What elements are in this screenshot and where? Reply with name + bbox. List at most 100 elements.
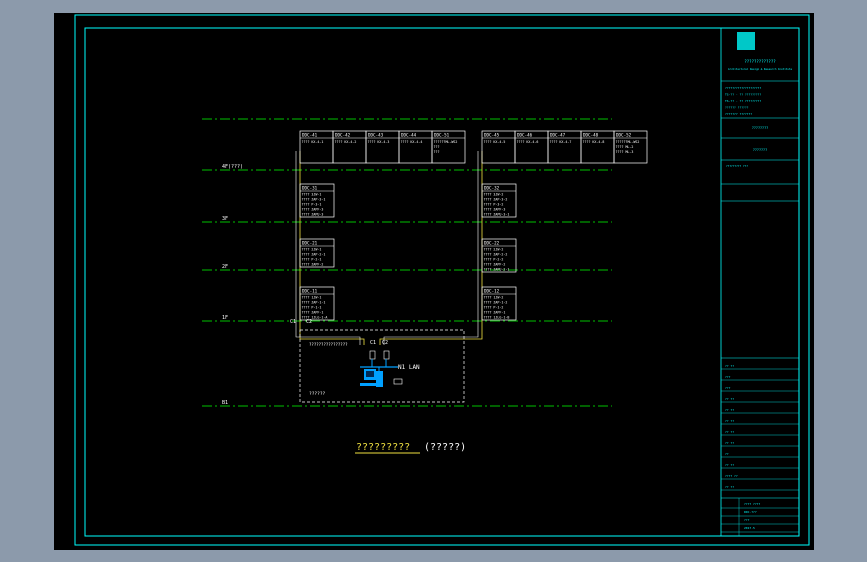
signature-row: ?? ?? [725, 397, 734, 401]
ddc-name: DDC-32 [484, 186, 500, 191]
ddc-panel: DDC-11 ???? 1JW-1???? ZAP-1-1???? P-1-1??… [299, 286, 335, 321]
riser-label: C1 [290, 319, 296, 325]
title-block-note: ?????? ?????? [725, 106, 749, 110]
footer-row: ???? ???? [744, 502, 760, 506]
ddc-line: ???? KX-4-8 [583, 140, 605, 144]
ddc-line: ???? P-3-1 [302, 203, 322, 207]
ddc-line: ???? 1JLG-1-B [484, 316, 510, 320]
ddc-line: ???? KX-4-7 [550, 140, 572, 144]
floor-lines: 4F(???) 3F 2F 1F B1 [202, 118, 612, 407]
ddc-line: ???? 2JW-2 [484, 248, 504, 252]
ddc-panel: DDC-42 ???? KX-4-2 [332, 130, 367, 164]
drawing-title: ????????? [356, 442, 410, 453]
title-block-note: ???????????????????? [725, 86, 761, 90]
ddc-line: ???? ZAPF-3 [484, 208, 506, 212]
cad-canvas: ????????????? Architectural Design & Res… [74, 14, 810, 546]
floor-label: 4F(???) [222, 164, 243, 170]
room-header: ???????????????? [309, 342, 348, 347]
ddc-name: DDC-41 [302, 133, 318, 138]
ddc-line: ???? KX-4-5 [484, 140, 506, 144]
ddc-name: DDC-12 [484, 289, 500, 294]
ddc-panel: DDC-44 ???? KX-4-4 [398, 130, 433, 164]
ddc-line: ???? P-2-2 [484, 258, 504, 262]
ddc-panel: DDC-45 ???? KX-4-5 [481, 130, 516, 164]
ddc-line: ??????ML-WS2 [616, 140, 640, 144]
ddc-panel: DDC-31 ???? 3JW-1???? ZAP-3-1???? P-3-1??… [299, 183, 335, 218]
project-name: ???????? [752, 126, 768, 130]
ddc-panel: DDC-46 ???? KX-4-6 [514, 130, 549, 164]
signature-row: ?? ?? [725, 430, 734, 434]
ddc-panel: DDC-22 ???? 2JW-2???? ZAP-2-2???? P-2-2??… [481, 238, 517, 273]
footer-row: ??? [744, 518, 750, 522]
ddc-line: ???? ZAPF-2 [302, 263, 324, 267]
title-block-note: TS-?? - ?? ????????? [725, 99, 761, 103]
riser-label: C2 [382, 340, 388, 346]
switch-icon [383, 350, 390, 360]
ddc-line: ???? KX-4-4 [401, 140, 423, 144]
ddc-name: DDC-51 [434, 133, 450, 138]
ddc-name: DDC-31 [302, 186, 318, 191]
ddc-line: ???? ZAP-1-1 [302, 301, 326, 305]
signature-row: ?? ?? [725, 364, 734, 368]
floor-label: 1F [222, 315, 228, 321]
drawing-sheet: ????????????? Architectural Design & Res… [54, 13, 814, 550]
signature-row: ?? ?? [725, 441, 734, 445]
network-label: N1 LAN [398, 364, 420, 371]
footer-row: 2017.5 [744, 526, 755, 530]
ddc-name: DDC-42 [335, 133, 351, 138]
ddc-line: ???? ZAPF-3 [302, 208, 324, 212]
ddc-line: ???? ZAP-2-1 [302, 253, 326, 257]
ddc-line: ??? [434, 145, 440, 149]
ddc-line: ???? P-3-2 [484, 203, 504, 207]
ddc-panel: DDC-21 ???? 2JW-1???? ZAP-2-1???? P-2-1??… [299, 238, 335, 268]
ddc-line: ???? KX-4-6 [517, 140, 539, 144]
signature-row: ??? [725, 375, 731, 379]
signature-row: ?? ?? [725, 485, 734, 489]
signature-row: ??? [725, 386, 731, 390]
switch-icon [369, 350, 376, 360]
company-name: ????????????? [744, 59, 776, 64]
signature-rows: ?? ???????? ?? ?? ?? ?? ?? ?? ?? ?? ?? ??????… [721, 364, 799, 491]
floor-label: 3F [222, 216, 228, 222]
ddc-line: ???? KX-4-3 [368, 140, 390, 144]
ddc-panel: DDC-51 ??????ML-WS2?????? [431, 130, 466, 164]
ddc-line: ???? ZAP-3-1 [302, 198, 326, 202]
ddc-panel: DDC-48 ???? KX-4-8 [580, 130, 615, 164]
ddc-line: ???? P-2-1 [302, 258, 322, 262]
ddc-name: DDC-46 [517, 133, 533, 138]
signature-row: ?? [725, 452, 729, 456]
room-label: ?????? [309, 391, 326, 397]
company-logo [737, 32, 755, 50]
ddc-line: ???? ZAP-1-2 [484, 301, 508, 305]
title-block-note: ??????? ??????? [725, 112, 752, 116]
signature-row: ???? ?? [725, 474, 738, 478]
ddc-line: ???? ZAPF-2 [484, 263, 506, 267]
ddc-name: DDC-11 [302, 289, 318, 294]
ddc-line: ???? ZAPU-2-1 [484, 268, 510, 272]
ddc-line: ???? P-1-2 [484, 306, 504, 310]
workstation-icon [360, 369, 383, 387]
ddc-top-row: DDC-41 ???? KX-4-1 DDC-42 ???? KX-4-2 DDC-43… [299, 130, 648, 164]
ddc-line: ???? 1JLG-1-A [302, 316, 328, 320]
ddc-line: ???? 1JW-1 [302, 296, 322, 300]
scale-label: ????????? ??? [726, 164, 748, 168]
ddc-line: ???? 2JW-1 [302, 248, 322, 252]
signature-row: ?? ?? [725, 419, 734, 423]
ddc-line: ???? KX-4-1 [302, 140, 324, 144]
ddc-line: ???? P-1-1 [302, 306, 322, 310]
ddc-panel: DDC-47 ???? KX-4-7 [547, 130, 582, 164]
ddc-name: DDC-52 [616, 133, 632, 138]
ddc-name: DDC-44 [401, 133, 417, 138]
title-block: ????????????? Architectural Design & Res… [720, 27, 800, 537]
riser-label: C1 [370, 340, 376, 346]
signature-row: ?? ?? [725, 463, 734, 467]
floor-label: B1 [222, 400, 228, 406]
ddc-name: DDC-21 [302, 241, 318, 246]
ddc-line: ???? ML-2 [616, 145, 634, 149]
ddc-name: DDC-45 [484, 133, 500, 138]
ddc-panel: DDC-41 ???? KX-4-1 [299, 130, 334, 164]
ddc-line: ???? ML-3 [616, 150, 634, 154]
ddc-panel: DDC-32 ???? 3JW-2???? ZAP-3-2???? P-3-2??… [481, 183, 517, 218]
ddc-panel: DDC-43 ???? KX-4-3 [365, 130, 400, 164]
signature-row: ?? ?? [725, 408, 734, 412]
